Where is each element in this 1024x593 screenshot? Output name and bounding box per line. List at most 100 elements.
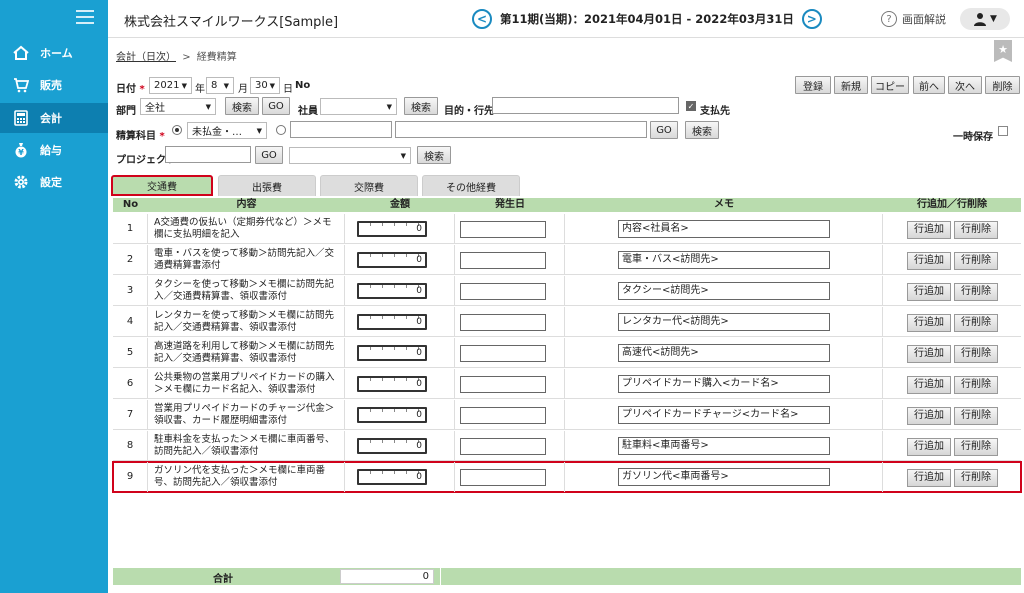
employee-search-button[interactable]: 検索 <box>404 97 438 115</box>
year-select[interactable]: 2021 ▼ <box>149 77 192 94</box>
dept-select[interactable]: 全社 ▼ <box>140 98 216 115</box>
amount-input[interactable]: 0 <box>357 283 427 299</box>
date-input[interactable] <box>460 283 546 300</box>
copy-button[interactable]: コピー <box>871 76 909 94</box>
row-memo-cell: レンタカー代<訪問先> <box>565 307 883 337</box>
total-label: 合計 <box>213 574 233 585</box>
sidebar-item-settings[interactable]: 設定 <box>0 167 108 197</box>
amount-input[interactable]: 0 <box>357 407 427 423</box>
remove-row-button[interactable]: 行削除 <box>954 376 998 394</box>
tab-entertainment[interactable]: 交際費 <box>320 175 418 196</box>
purpose-input[interactable] <box>492 97 679 114</box>
add-row-button[interactable]: 行追加 <box>907 407 951 425</box>
row-date-cell <box>455 369 565 399</box>
memo-input[interactable]: レンタカー代<訪問先> <box>618 313 830 331</box>
remove-row-button[interactable]: 行削除 <box>954 345 998 363</box>
amount-input[interactable]: 0 <box>357 252 427 268</box>
bookmark-icon[interactable]: ★ <box>994 40 1012 62</box>
account-select[interactable]: 未払金・… ▼ <box>187 122 267 139</box>
payee-checkbox[interactable]: ✓ <box>686 101 696 111</box>
remove-row-button[interactable]: 行削除 <box>954 407 998 425</box>
add-row-button[interactable]: 行追加 <box>907 221 951 239</box>
date-input[interactable] <box>460 469 546 486</box>
remove-row-button[interactable]: 行削除 <box>954 221 998 239</box>
menu-toggle-icon[interactable] <box>76 10 94 24</box>
account-name-input[interactable] <box>395 121 647 138</box>
tab-other-expenses[interactable]: その他経費 <box>422 175 520 196</box>
tab-transportation[interactable]: 交通費 <box>111 175 213 196</box>
memo-input[interactable]: 高速代<訪問先> <box>618 344 830 362</box>
date-input[interactable] <box>460 252 546 269</box>
add-row-button[interactable]: 行追加 <box>907 376 951 394</box>
memo-input[interactable]: 駐車料<車両番号> <box>618 437 830 455</box>
remove-row-button[interactable]: 行削除 <box>954 252 998 270</box>
amount-input[interactable]: 0 <box>357 345 427 361</box>
add-row-button[interactable]: 行追加 <box>907 438 951 456</box>
breadcrumb-link-accounting[interactable]: 会計（日次） <box>116 52 176 63</box>
delete-button[interactable]: 削除 <box>985 76 1020 94</box>
next-period-button[interactable]: > <box>801 9 822 29</box>
date-input[interactable] <box>460 438 546 455</box>
new-button[interactable]: 新規 <box>834 76 868 94</box>
tab-business-trip[interactable]: 出張費 <box>218 175 316 196</box>
project-go-button[interactable]: GO <box>255 146 283 164</box>
dept-search-button[interactable]: 検索 <box>225 97 259 115</box>
month-select[interactable]: 8 ▼ <box>206 77 234 94</box>
account-radio-custom[interactable] <box>276 125 286 135</box>
memo-input[interactable]: 電車・バス<訪問先> <box>618 251 830 269</box>
date-input[interactable] <box>460 221 546 238</box>
project-search-button[interactable]: 検索 <box>417 146 451 164</box>
remove-row-button[interactable]: 行削除 <box>954 314 998 332</box>
memo-input[interactable]: タクシー<訪問先> <box>618 282 830 300</box>
remove-row-button[interactable]: 行削除 <box>954 469 998 487</box>
remove-row-button[interactable]: 行削除 <box>954 438 998 456</box>
amount-input[interactable]: 0 <box>357 314 427 330</box>
sidebar-item-sales[interactable]: 販売 <box>0 70 108 100</box>
amount-input[interactable]: 0 <box>357 469 427 485</box>
employee-select[interactable]: ▼ <box>320 98 397 115</box>
add-row-button[interactable]: 行追加 <box>907 314 951 332</box>
sidebar-item-accounting[interactable]: 会計 <box>0 103 108 133</box>
register-button[interactable]: 登録 <box>795 76 831 94</box>
dept-label: 部門 <box>116 106 136 117</box>
next-button[interactable]: 次へ <box>948 76 982 94</box>
memo-input[interactable]: プリペイドカード購入<カード名> <box>618 375 830 393</box>
col-no: No <box>122 199 139 210</box>
project-code-input[interactable] <box>165 146 251 163</box>
memo-input[interactable]: プリペイドカードチャージ<カード名> <box>618 406 830 424</box>
prev-button[interactable]: 前へ <box>913 76 945 94</box>
row-memo-cell: ガソリン代<車両番号> <box>565 462 883 492</box>
account-radio-preset[interactable] <box>172 125 182 135</box>
account-go-button[interactable]: GO <box>650 121 678 139</box>
amount-input[interactable]: 0 <box>357 376 427 392</box>
help-link[interactable]: ? 画面解説 <box>881 11 946 27</box>
row-date-cell <box>455 431 565 461</box>
date-input[interactable] <box>460 345 546 362</box>
date-input[interactable] <box>460 407 546 424</box>
add-row-button[interactable]: 行追加 <box>907 252 951 270</box>
dept-go-button[interactable]: GO <box>262 97 290 115</box>
add-row-button[interactable]: 行追加 <box>907 345 951 363</box>
memo-input[interactable]: ガソリン代<車両番号> <box>618 468 830 486</box>
temp-save-checkbox[interactable] <box>998 126 1008 136</box>
account-search-button[interactable]: 検索 <box>685 121 719 139</box>
add-row-button[interactable]: 行追加 <box>907 469 951 487</box>
amount-input[interactable]: 0 <box>357 438 427 454</box>
row-date-cell <box>455 307 565 337</box>
date-input[interactable] <box>460 376 546 393</box>
project-select[interactable]: ▼ <box>289 147 411 164</box>
day-select[interactable]: 30 ▼ <box>250 77 280 94</box>
sidebar-item-home[interactable]: ホーム <box>0 38 108 68</box>
sidebar-item-payroll[interactable]: ¥ 給与 <box>0 135 108 165</box>
memo-input[interactable]: 内容<社員名> <box>618 220 830 238</box>
amount-input[interactable]: 0 <box>357 221 427 237</box>
prev-period-button[interactable]: < <box>472 9 492 29</box>
account-code-input[interactable] <box>290 121 392 138</box>
row-actions-cell: 行追加 行削除 <box>883 462 1021 492</box>
remove-row-button[interactable]: 行削除 <box>954 283 998 301</box>
payee-label: 支払先 <box>700 106 730 117</box>
date-input[interactable] <box>460 314 546 331</box>
sidebar-item-label: 給与 <box>40 144 62 157</box>
add-row-button[interactable]: 行追加 <box>907 283 951 301</box>
user-menu-button[interactable]: ▼ <box>960 8 1010 30</box>
